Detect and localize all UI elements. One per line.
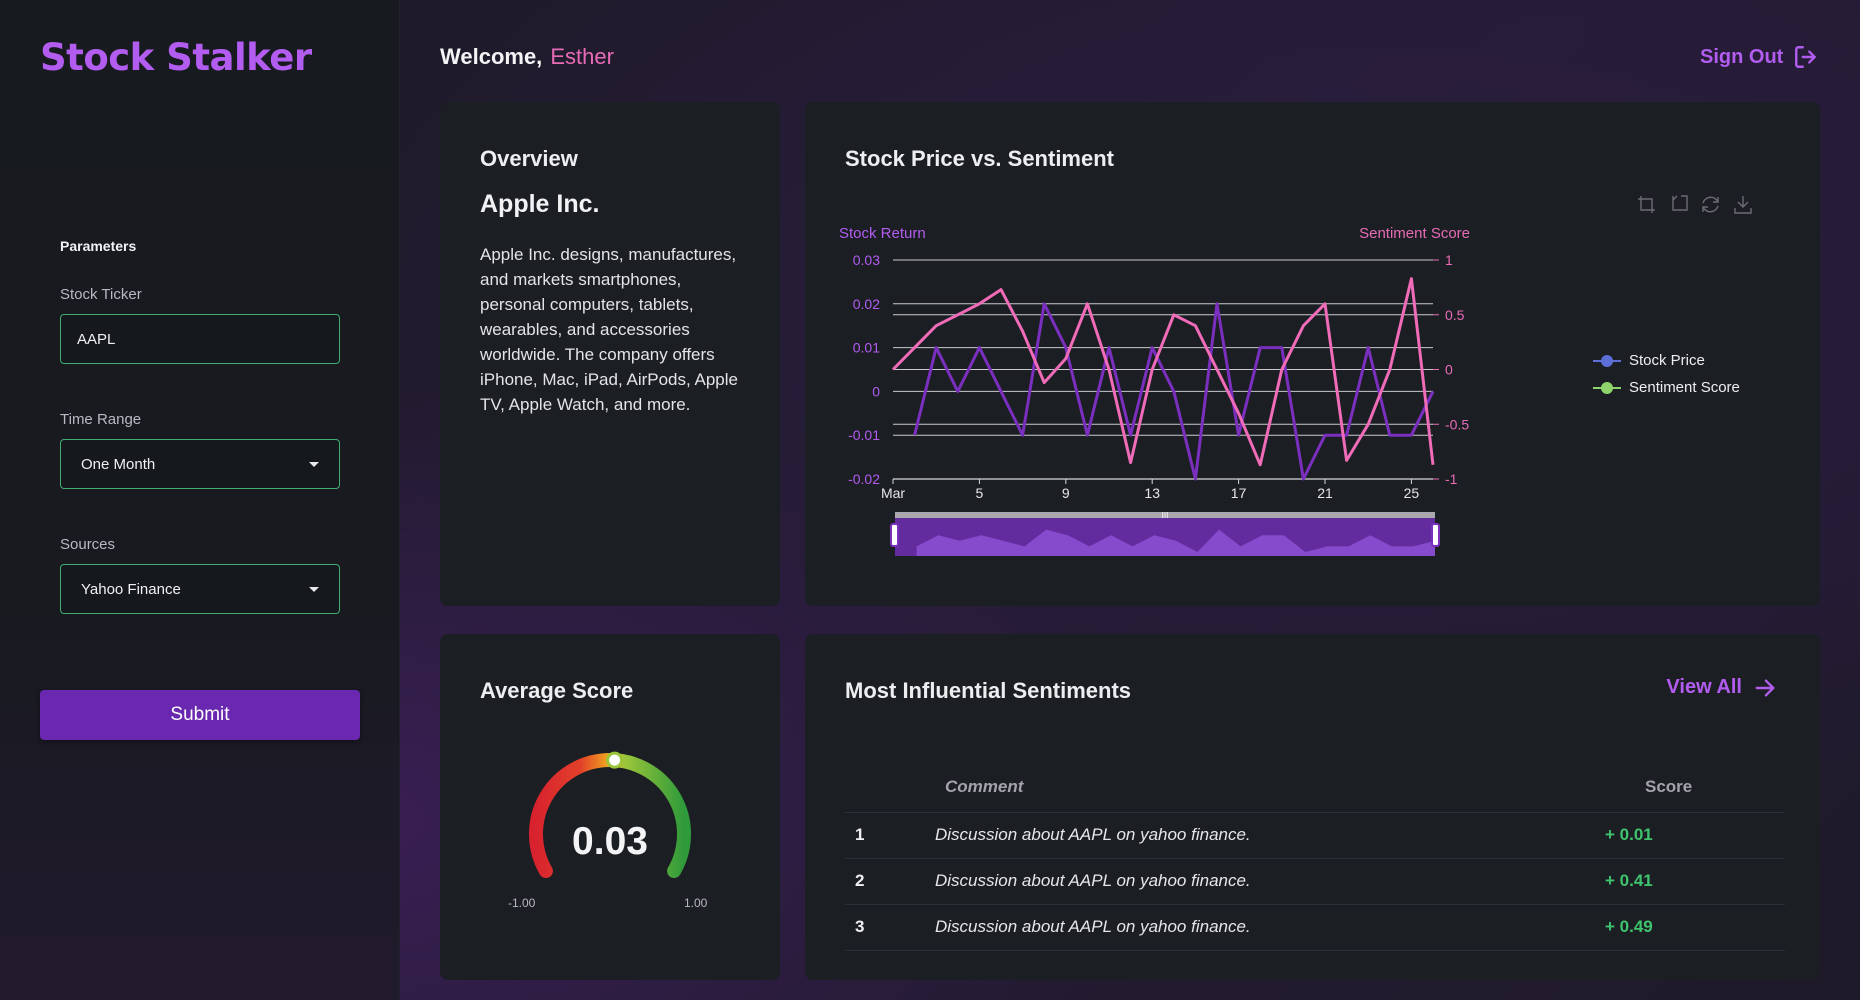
y-tick-left: -0.02 <box>848 471 880 487</box>
legend-stock-price[interactable]: Stock Price <box>1593 352 1705 369</box>
row-number: 3 <box>845 904 935 951</box>
x-tick-label: 5 <box>976 485 984 501</box>
row-comment: Discussion about AAPL on yahoo finance. <box>935 812 1585 859</box>
download-icon[interactable] <box>1734 196 1752 214</box>
sign-out-icon <box>1795 46 1817 68</box>
y-tick-left: -0.01 <box>848 427 880 443</box>
submit-button[interactable]: Submit <box>40 690 360 740</box>
y-tick-right: -0.5 <box>1445 416 1469 432</box>
gauge-pointer <box>606 751 624 769</box>
header-num <box>845 762 935 813</box>
company-description: Apple Inc. designs, manufactures, and ma… <box>480 245 738 414</box>
x-tick-label: 13 <box>1144 485 1160 501</box>
user-name: Esther <box>550 44 614 69</box>
sidebar: Stock Stalker Parameters Stock Ticker AA… <box>0 0 400 1000</box>
view-all-link[interactable]: View All <box>1666 676 1776 699</box>
y-axis-right-title: Sentiment Score <box>1359 225 1470 242</box>
header-score: Score <box>1585 762 1785 813</box>
sources-label: Sources <box>60 536 116 553</box>
legend-stock-price-label: Stock Price <box>1629 352 1705 369</box>
x-tick-label: 25 <box>1404 485 1420 501</box>
welcome-message: Welcome, Esther <box>440 44 614 70</box>
x-tick-label: 17 <box>1231 485 1247 501</box>
table-row[interactable]: 1 Discussion about AAPL on yahoo finance… <box>845 812 1785 859</box>
overview-card: Overview Apple Inc. Apple Inc. designs, … <box>440 102 780 606</box>
row-comment: Discussion about AAPL on yahoo finance. <box>935 858 1585 905</box>
row-comment: Discussion about AAPL on yahoo finance. <box>935 904 1585 951</box>
stock-ticker-value: AAPL <box>77 330 116 348</box>
table-row[interactable]: 3 Discussion about AAPL on yahoo finance… <box>845 904 1785 951</box>
chart-toolbox <box>1638 195 1752 214</box>
y-tick-right: -1 <box>1445 471 1458 487</box>
parameters-heading: Parameters <box>60 238 137 254</box>
restore-icon[interactable] <box>1702 196 1719 213</box>
gauge-max-label: 1.00 <box>684 896 708 910</box>
sources-value: Yahoo Finance <box>81 580 181 598</box>
stock-ticker-input[interactable]: AAPL <box>60 314 340 364</box>
arrow-right-icon <box>1755 678 1775 697</box>
y-tick-left: 0.03 <box>853 252 880 268</box>
y-tick-right: 0.5 <box>1445 307 1465 323</box>
zoom-handle-right[interactable] <box>1431 523 1440 547</box>
y-axis-left-title: Stock Return <box>839 225 926 242</box>
time-range-select[interactable]: One Month <box>60 439 340 489</box>
overview-title: Overview <box>480 146 578 171</box>
company-name: Apple Inc. <box>480 190 600 218</box>
table-row[interactable]: 2 Discussion about AAPL on yahoo finance… <box>845 858 1785 905</box>
chevron-down-icon <box>309 462 319 467</box>
view-all-label: View All <box>1666 676 1742 698</box>
gauge-min-label: -1.00 <box>508 896 536 910</box>
x-tick-label: 21 <box>1317 485 1333 501</box>
legend-sentiment-score-label: Sentiment Score <box>1629 379 1740 396</box>
chart-card: Stock Price vs. Sentiment Stock Return Se… <box>805 102 1820 606</box>
brand-logo[interactable]: Stock Stalker <box>40 36 312 79</box>
stock-ticker-label: Stock Ticker <box>60 286 142 303</box>
sentiments-table: Comment Score 1 Discussion about AAPL on… <box>845 762 1785 951</box>
row-score: + 0.49 <box>1585 904 1785 951</box>
x-tick-label: 9 <box>1062 485 1070 501</box>
y-tick-right: 1 <box>1445 252 1453 268</box>
y-tick-left: 0.01 <box>853 340 880 356</box>
chevron-down-icon <box>309 587 319 592</box>
sentiments-card: Most Influential Sentiments View All Com… <box>805 634 1820 980</box>
y-tick-left: 0 <box>872 383 880 399</box>
row-score: + 0.01 <box>1585 812 1785 859</box>
y-tick-left: 0.02 <box>853 296 880 312</box>
sources-select[interactable]: Yahoo Finance <box>60 564 340 614</box>
y-tick-right: 0 <box>1445 362 1453 378</box>
legend-sentiment-score-symbol <box>1593 381 1621 395</box>
row-number: 2 <box>845 858 935 905</box>
zoom-handle-left[interactable] <box>890 523 899 547</box>
time-range-value: One Month <box>81 455 156 473</box>
row-number: 1 <box>845 812 935 859</box>
legend-stock-price-symbol <box>1593 354 1621 368</box>
sentiments-title: Most Influential Sentiments <box>845 678 1132 703</box>
zoom-select-icon[interactable] <box>1638 196 1655 213</box>
row-score: + 0.41 <box>1585 858 1785 905</box>
sign-out-button[interactable]: Sign Out <box>1700 44 1819 70</box>
x-tick-label: Mar <box>881 485 905 501</box>
score-gauge <box>529 751 691 878</box>
zoom-reset-icon[interactable] <box>1672 195 1688 211</box>
header-comment: Comment <box>935 762 1585 813</box>
table-header-row: Comment Score <box>845 762 1785 813</box>
welcome-text: Welcome, <box>440 44 543 69</box>
gauge-value: 0.03 <box>572 820 648 863</box>
time-range-label: Time Range <box>60 411 142 428</box>
sign-out-label: Sign Out <box>1700 45 1784 68</box>
legend-sentiment-score[interactable]: Sentiment Score <box>1593 379 1740 396</box>
average-score-card: Average Score 0.03 -1.00 1.00 <box>440 634 780 980</box>
